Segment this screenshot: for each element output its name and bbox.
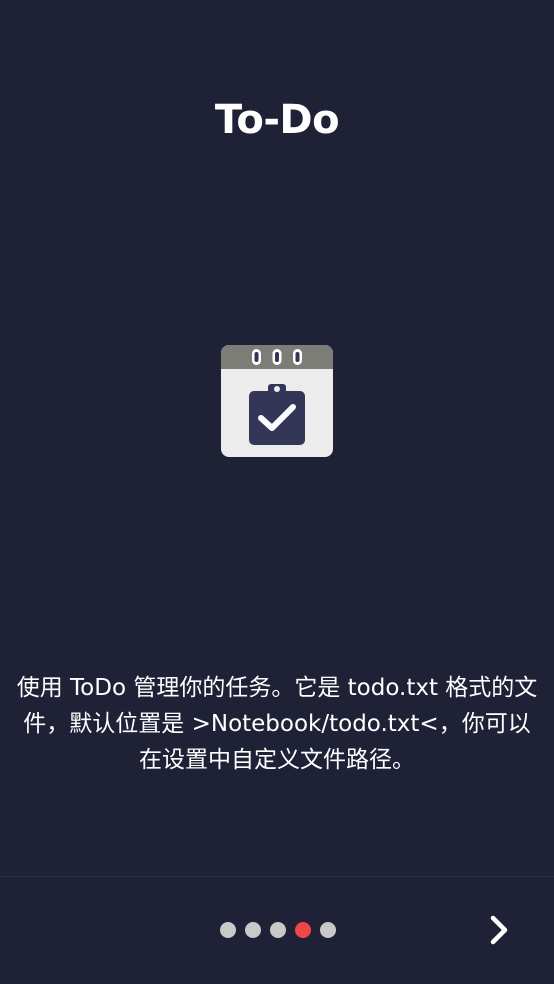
intro-description: 使用 ToDo 管理你的任务。它是 todo.txt 格式的文件，默认位置是 >…: [16, 675, 538, 773]
page-dot-2[interactable]: [245, 922, 261, 938]
page-dot-3[interactable]: [270, 922, 286, 938]
page-title: To-Do: [214, 97, 340, 143]
chevron-right-icon: [490, 915, 508, 945]
page-dot-5[interactable]: [320, 922, 336, 938]
next-button[interactable]: [476, 906, 524, 954]
page-dot-4-active[interactable]: [295, 922, 311, 938]
page-dot-1[interactable]: [220, 922, 236, 938]
page-indicator: [220, 922, 336, 938]
intro-screen: To-Do 使用 ToDo 管理你的任务。它是 todo.txt 格式的文件，默…: [0, 0, 554, 984]
calendar-clipboard-check-icon: [221, 345, 333, 457]
footer-divider: [0, 876, 554, 877]
